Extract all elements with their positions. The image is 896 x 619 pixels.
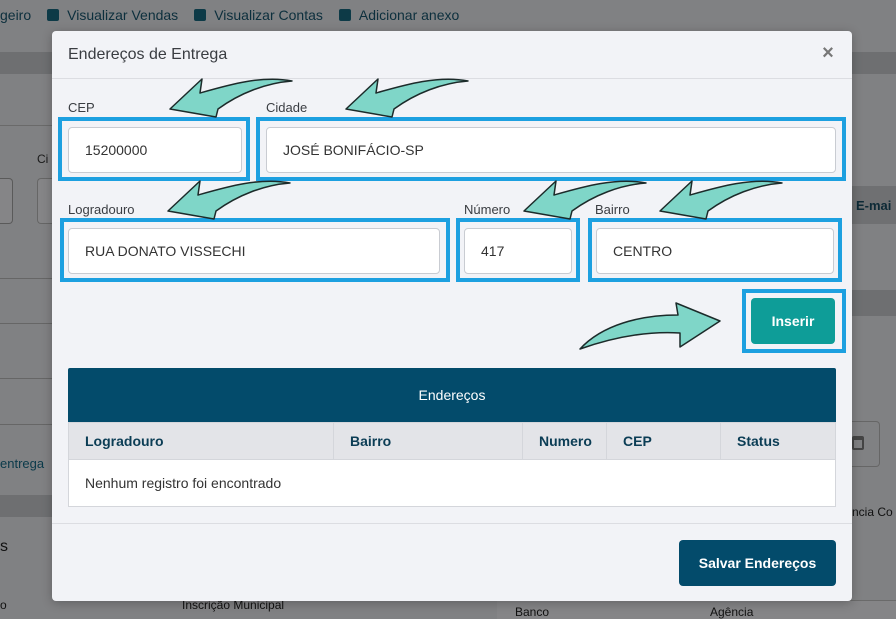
- column-header-cep[interactable]: CEP: [607, 423, 721, 459]
- background-divider: [0, 424, 52, 425]
- background-label: Ci: [37, 152, 49, 166]
- tutorial-arrow-icon: [579, 302, 721, 350]
- background-label-agencia: Agência: [710, 605, 754, 619]
- toolbar-item-label: Visualizar Vendas: [67, 7, 179, 23]
- background-divider: [0, 378, 52, 379]
- background-label: o: [0, 598, 7, 612]
- background-tab-email: E-mai: [852, 186, 896, 224]
- background-section-strip: [0, 495, 52, 517]
- tutorial-arrow-icon: [167, 180, 291, 220]
- logradouro-label: Logradouro: [68, 202, 135, 217]
- plus-square-icon: [338, 9, 351, 21]
- column-header-bairro[interactable]: Bairro: [334, 423, 523, 459]
- gear-icon: [47, 9, 60, 21]
- enderecos-table-header: Logradouro Bairro Numero CEP Status: [68, 422, 836, 460]
- background-toolbar: geiro Visualizar Vendas Visualizar Conta…: [0, 0, 896, 30]
- background-section-title: s: [0, 538, 8, 555]
- background-date-input: [852, 421, 880, 467]
- toolbar-item-visualizar-contas[interactable]: Visualizar Contas: [194, 7, 323, 23]
- background-section-strip: [852, 290, 896, 316]
- tutorial-arrow-icon: [345, 78, 469, 118]
- toolbar-item-financeiro[interactable]: geiro: [0, 7, 31, 23]
- background-divider: [0, 278, 52, 279]
- numero-input[interactable]: 417: [464, 228, 572, 274]
- toolbar-item-label: Visualizar Contas: [214, 7, 323, 23]
- background-bottom-panel: [497, 600, 896, 619]
- tutorial-arrow-icon: [169, 78, 293, 118]
- close-icon[interactable]: ×: [820, 43, 836, 63]
- background-label-banco: Banco: [515, 605, 550, 619]
- modal-footer-divider: [52, 523, 852, 524]
- toolbar-item-adicionar-anexo[interactable]: Adicionar anexo: [338, 7, 460, 23]
- column-header-numero[interactable]: Numero: [523, 423, 607, 459]
- inserir-button[interactable]: Inserir: [751, 298, 835, 344]
- calendar-icon: [852, 436, 864, 450]
- table-empty-message: Nenhum registro foi encontrado: [68, 460, 836, 507]
- background-tab-entrega: entrega: [0, 456, 45, 471]
- toolbar-item-visualizar-vendas[interactable]: Visualizar Vendas: [47, 7, 178, 23]
- salvar-enderecos-button[interactable]: Salvar Endereços: [679, 540, 836, 586]
- tutorial-arrow-icon: [659, 180, 783, 220]
- background-input: [0, 178, 13, 224]
- column-header-status[interactable]: Status: [721, 423, 835, 459]
- document-icon: [194, 9, 207, 21]
- enderecos-table-title: Endereços: [68, 368, 836, 422]
- numero-label: Número: [464, 202, 511, 217]
- background-label: ncia Co: [852, 505, 893, 519]
- background-divider: [0, 323, 52, 324]
- column-header-logradouro[interactable]: Logradouro: [69, 423, 334, 459]
- toolbar-item-label: Adicionar anexo: [358, 7, 460, 23]
- cep-label: CEP: [68, 100, 95, 115]
- logradouro-input[interactable]: RUA DONATO VISSECHI: [68, 228, 440, 274]
- tutorial-arrow-icon: [523, 180, 647, 220]
- bairro-input[interactable]: CENTRO: [596, 228, 834, 274]
- toolbar-item-label: geiro: [0, 7, 32, 23]
- enderecos-modal: Endereços de Entrega × CEP 15200000 Cida…: [52, 31, 852, 601]
